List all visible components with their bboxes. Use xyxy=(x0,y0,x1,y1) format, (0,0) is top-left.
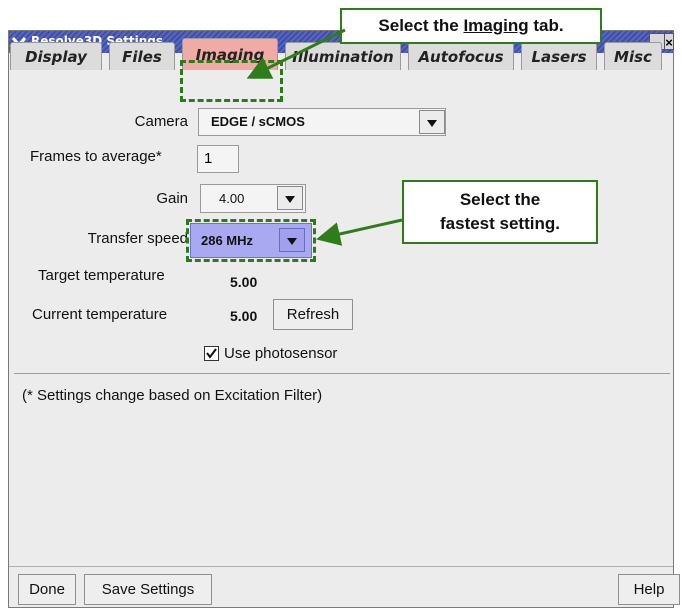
imaging-tab-highlight-frame xyxy=(180,60,283,102)
tab-strip: Display Files Imaging Illumination Autof… xyxy=(6,38,662,70)
close-button[interactable]: × xyxy=(664,33,674,50)
tab-lasers[interactable]: Lasers xyxy=(521,42,597,70)
tab-misc[interactable]: Misc xyxy=(604,42,662,70)
gain-label: Gain xyxy=(156,190,188,207)
settings-note: (* Settings change based on Excitation F… xyxy=(22,387,323,404)
transfer-highlight-frame xyxy=(186,219,316,262)
checkmark-icon xyxy=(206,348,217,359)
refresh-button[interactable]: Refresh xyxy=(273,299,353,330)
callout-fastest-setting: Select the fastest setting. xyxy=(402,180,598,244)
transfer-speed-label: Transfer speed xyxy=(87,230,188,247)
footer-divider xyxy=(9,566,673,567)
tab-illumination[interactable]: Illumination xyxy=(285,42,401,70)
done-button[interactable]: Done xyxy=(18,574,76,605)
chevron-down-icon[interactable] xyxy=(419,110,445,134)
target-temperature-value: 5.00 xyxy=(230,274,258,290)
photosensor-label: Use photosensor xyxy=(224,345,338,362)
callout-text: tab. xyxy=(528,16,564,35)
callout-text: Select the xyxy=(378,16,464,35)
chevron-down-icon[interactable] xyxy=(277,186,303,210)
callout-emphasis: Imaging xyxy=(463,16,529,35)
callout-select-imaging: Select the Imaging tab. xyxy=(340,8,602,44)
camera-value: EDGE / sCMOS xyxy=(211,114,305,129)
frames-input[interactable]: 1 xyxy=(197,145,239,173)
callout-line: Select the xyxy=(459,190,541,209)
current-temperature-value: 5.00 xyxy=(230,308,258,324)
tab-display[interactable]: Display xyxy=(10,42,102,70)
callout-line: fastest setting. xyxy=(440,214,560,233)
current-temperature-label: Current temperature xyxy=(32,306,168,323)
camera-label: Camera xyxy=(134,113,188,130)
gain-select[interactable]: 4.00 xyxy=(200,184,306,213)
tab-autofocus[interactable]: Autofocus xyxy=(408,42,514,70)
save-settings-button[interactable]: Save Settings xyxy=(84,574,212,605)
divider xyxy=(14,373,670,374)
photosensor-checkbox[interactable] xyxy=(204,346,219,361)
target-temperature-label: Target temperature xyxy=(38,267,165,284)
help-button[interactable]: Help xyxy=(618,574,680,605)
tab-files[interactable]: Files xyxy=(109,42,175,70)
frames-label: Frames to average* xyxy=(30,148,162,165)
camera-select[interactable]: EDGE / sCMOS xyxy=(198,108,446,136)
gain-value: 4.00 xyxy=(219,191,245,206)
